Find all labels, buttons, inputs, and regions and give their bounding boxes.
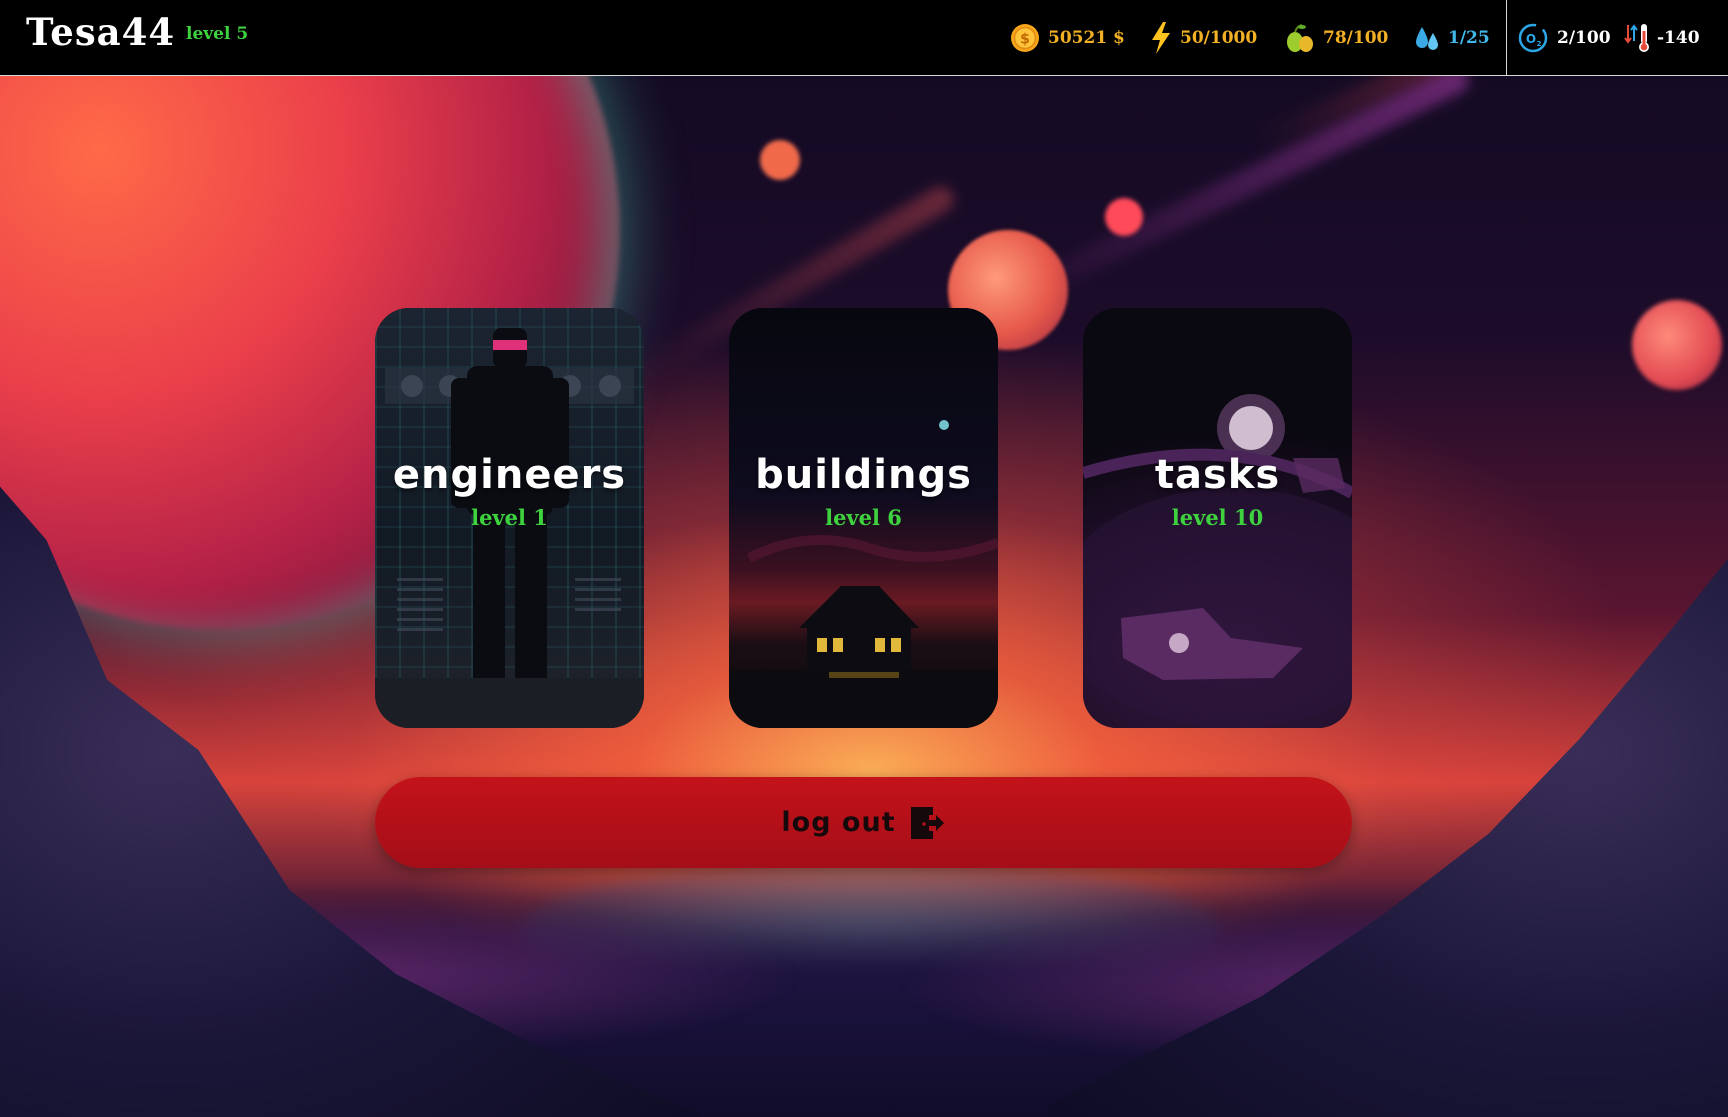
money-stat: $ 50521 $ bbox=[1010, 20, 1125, 56]
tasks-title: tasks bbox=[1154, 452, 1281, 498]
oxygen-stat: O 2 2/100 bbox=[1517, 20, 1611, 56]
right-planet bbox=[1632, 300, 1722, 390]
money-value: 50521 $ bbox=[1048, 28, 1125, 48]
logout-button[interactable]: log out bbox=[375, 777, 1352, 868]
water-drop-icon bbox=[1414, 23, 1440, 53]
door-exit-icon bbox=[908, 805, 946, 841]
coin-icon: $ bbox=[1010, 23, 1040, 53]
food-stat: 78/100 bbox=[1285, 20, 1388, 56]
temperature-stat: -140 bbox=[1623, 20, 1700, 56]
top-bar-divider bbox=[1506, 0, 1507, 76]
small-planet bbox=[760, 140, 800, 180]
logout-label: log out bbox=[781, 807, 896, 838]
fruit-icon bbox=[1285, 23, 1315, 53]
water-stat: 1/25 bbox=[1414, 20, 1490, 56]
svg-text:$: $ bbox=[1020, 32, 1030, 48]
tasks-level: level 10 bbox=[1171, 505, 1264, 530]
oxygen-icon: O 2 bbox=[1517, 22, 1549, 54]
small-planet bbox=[1105, 198, 1143, 236]
oxygen-value: 2/100 bbox=[1557, 28, 1611, 48]
energy-value: 50/1000 bbox=[1180, 28, 1258, 48]
buildings-level: level 6 bbox=[825, 505, 902, 530]
player-level: level 5 bbox=[186, 24, 249, 44]
engineers-level: level 1 bbox=[471, 505, 548, 530]
lightning-icon bbox=[1150, 22, 1172, 54]
svg-text:2: 2 bbox=[1537, 40, 1542, 48]
buildings-title: buildings bbox=[755, 452, 972, 498]
water-value: 1/25 bbox=[1448, 28, 1490, 48]
food-value: 78/100 bbox=[1323, 28, 1389, 48]
top-bar: Tesa44 level 5 $ 50521 $ 50/1000 78/100 … bbox=[0, 0, 1728, 76]
temperature-value: -140 bbox=[1657, 28, 1700, 48]
engineers-title: engineers bbox=[392, 452, 627, 498]
player-name: Tesa44 bbox=[26, 10, 176, 54]
energy-stat: 50/1000 bbox=[1150, 20, 1257, 56]
thermometer-icon bbox=[1623, 21, 1653, 55]
svg-text:O: O bbox=[1526, 32, 1536, 46]
